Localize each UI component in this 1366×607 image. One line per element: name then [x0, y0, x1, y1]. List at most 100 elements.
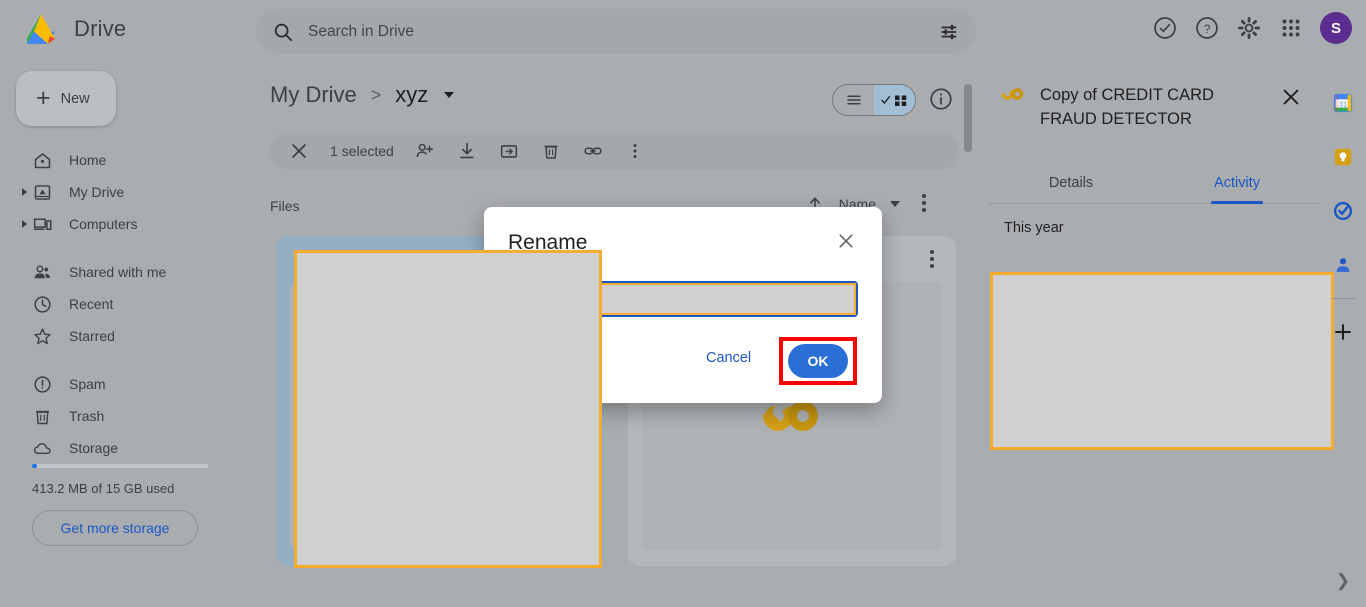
people-icon: [34, 265, 51, 278]
clock-icon: [34, 295, 51, 313]
sidebar-item-label: Home: [69, 152, 107, 168]
sidebar-item-label: My Drive: [69, 184, 125, 200]
storage-bar-fill: [32, 464, 37, 468]
home-icon: [34, 152, 51, 168]
selection-count: 1 selected: [330, 143, 394, 159]
cancel-button[interactable]: Cancel: [706, 350, 751, 366]
search-input[interactable]: [308, 22, 938, 41]
tab-details[interactable]: Details: [988, 162, 1154, 203]
move-to-folder-icon[interactable]: [498, 140, 520, 162]
rename-input-redaction-overlay: [600, 283, 856, 315]
side-rail: 31 ❯: [1320, 62, 1366, 607]
breadcrumb: My Drive > xyz: [270, 82, 455, 108]
chevron-right-icon[interactable]: [22, 220, 27, 228]
more-vert-icon[interactable]: [624, 140, 646, 162]
new-button[interactable]: + New: [16, 71, 116, 126]
google-contacts-icon: [1336, 258, 1350, 272]
details-file-title: Copy of CREDIT CARD FRAUD DETECTOR: [1040, 86, 1214, 128]
new-button-label: New: [60, 90, 90, 107]
rail-expand-button[interactable]: ❯: [1320, 571, 1366, 591]
computers-icon: [33, 218, 52, 230]
details-header: Copy of CREDIT CARD FRAUD DETECTOR: [1000, 84, 1308, 132]
spam-icon: [34, 375, 51, 393]
search-bar[interactable]: [256, 9, 976, 54]
details-tabs: Details Activity: [988, 162, 1320, 204]
sidebar-item-recent[interactable]: Recent: [0, 288, 248, 320]
google-keep-icon: [1334, 148, 1352, 166]
chevron-right-icon[interactable]: [22, 188, 27, 196]
breadcrumb-current[interactable]: xyz: [395, 82, 428, 108]
rail-item-tasks[interactable]: [1320, 184, 1366, 238]
gear-icon[interactable]: [1236, 15, 1262, 41]
sidebar-item-label: Trash: [69, 408, 105, 424]
avatar[interactable]: S: [1320, 12, 1352, 44]
sidebar-item-spam[interactable]: Spam: [0, 368, 248, 400]
close-icon[interactable]: [836, 231, 856, 251]
files-more-menu[interactable]: [914, 194, 934, 214]
colab-co-icon: [1001, 88, 1024, 100]
google-tasks-icon: [1333, 201, 1353, 221]
svg-text:?: ?: [1204, 22, 1211, 36]
tab-activity[interactable]: Activity: [1154, 162, 1320, 203]
share-icon[interactable]: [414, 140, 436, 162]
app-title: Drive: [74, 16, 127, 41]
main-scrollbar[interactable]: [964, 66, 974, 607]
list-icon: [846, 95, 861, 105]
scrollbar-thumb[interactable]: [964, 84, 972, 152]
file-card-redaction-overlay: [294, 250, 602, 568]
sidebar-item-computers[interactable]: Computers: [0, 208, 248, 240]
trash-icon: [36, 410, 49, 424]
sidebar-item-shared-with-me[interactable]: Shared with me: [0, 256, 248, 288]
chevron-down-icon[interactable]: [890, 201, 900, 207]
brand[interactable]: Drive: [20, 10, 126, 48]
activity-section-heading: This year: [1004, 220, 1064, 236]
sidebar-item-home[interactable]: Home: [0, 144, 248, 176]
close-selection-icon[interactable]: [288, 140, 310, 162]
list-view-button[interactable]: [833, 85, 874, 115]
trash-icon[interactable]: [540, 140, 562, 162]
info-icon[interactable]: [928, 86, 954, 112]
google-drive-logo: [27, 14, 55, 44]
sidebar-item-label: Spam: [69, 376, 106, 392]
sidebar-item-label: Storage: [69, 440, 119, 456]
get-more-storage-button[interactable]: Get more storage: [32, 510, 198, 546]
sidebar-item-storage[interactable]: Storage: [0, 432, 248, 464]
sidebar-item-my-drive[interactable]: My Drive: [0, 176, 248, 208]
sidebar-item-label: Shared with me: [69, 264, 167, 280]
rail-item-calendar[interactable]: 31: [1320, 76, 1366, 130]
storage-usage-text: 413.2 MB of 15 GB used: [32, 481, 175, 496]
svg-text:31: 31: [1339, 100, 1347, 109]
storage-section: 413.2 MB of 15 GB used Get more storage: [32, 464, 218, 546]
breadcrumb-separator: >: [370, 84, 382, 105]
active-status-icon[interactable]: [1152, 15, 1178, 41]
breadcrumb-root[interactable]: My Drive: [270, 82, 357, 108]
storage-bar: [32, 464, 208, 468]
apps-grid-icon[interactable]: [1278, 15, 1304, 41]
rail-item-contacts[interactable]: [1320, 238, 1366, 292]
help-icon[interactable]: ?: [1194, 15, 1220, 41]
chevron-down-icon[interactable]: [444, 92, 455, 98]
google-calendar-icon: 31: [1333, 93, 1353, 113]
rail-item-add[interactable]: [1320, 305, 1366, 359]
link-icon[interactable]: [582, 140, 604, 162]
search-icon: [274, 23, 293, 41]
sidebar-item-trash[interactable]: Trash: [0, 400, 248, 432]
close-icon[interactable]: [1280, 86, 1302, 108]
card-more-menu[interactable]: [922, 250, 942, 270]
download-icon[interactable]: [456, 140, 478, 162]
files-section-heading: Files: [270, 198, 300, 214]
tune-icon[interactable]: [938, 21, 960, 43]
sidebar-item-starred[interactable]: Starred: [0, 320, 248, 352]
rail-item-keep[interactable]: [1320, 130, 1366, 184]
sidebar-item-label: Computers: [69, 216, 138, 232]
sidebar-item-label: Starred: [69, 328, 115, 344]
my-drive-icon: [34, 184, 51, 200]
ok-button[interactable]: OK: [788, 344, 848, 378]
sidebar: + New Home My Drive Computers Shared wit…: [0, 62, 248, 607]
add-apps-icon: [1335, 324, 1351, 340]
grid-view-button[interactable]: [874, 85, 915, 115]
top-bar: Drive ?: [0, 0, 1366, 62]
activity-redaction-overlay: [990, 272, 1334, 450]
